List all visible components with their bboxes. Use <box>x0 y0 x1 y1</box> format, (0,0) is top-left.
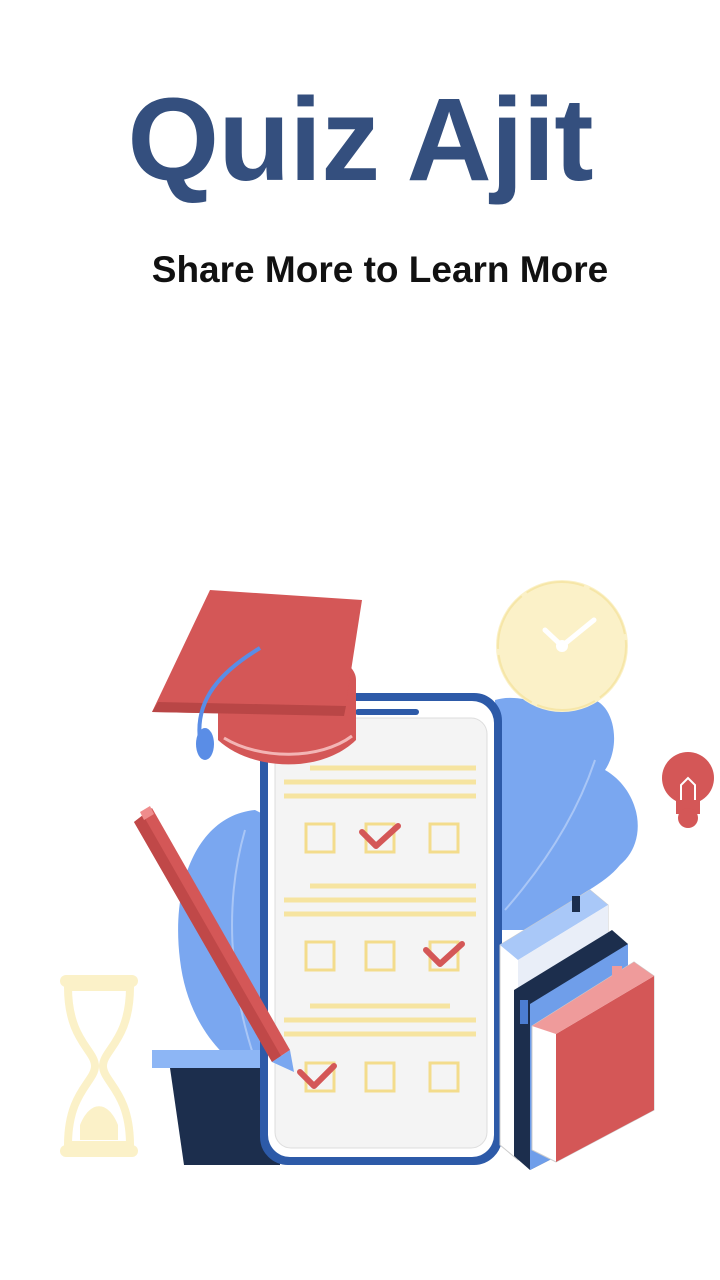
phone-illustration <box>260 693 502 1165</box>
hourglass-icon <box>60 975 138 1157</box>
quiz-illustration <box>60 580 714 1170</box>
splash-screen: Quiz Ajit Share More to Learn More <box>0 0 720 1280</box>
books-stack <box>499 889 655 1170</box>
graduation-cap-icon <box>152 590 362 765</box>
light-bulb-icon <box>662 752 714 828</box>
app-tagline: Share More to Learn More <box>151 249 609 290</box>
app-title: Quiz Ajit <box>127 74 593 206</box>
clock-icon <box>496 580 628 712</box>
